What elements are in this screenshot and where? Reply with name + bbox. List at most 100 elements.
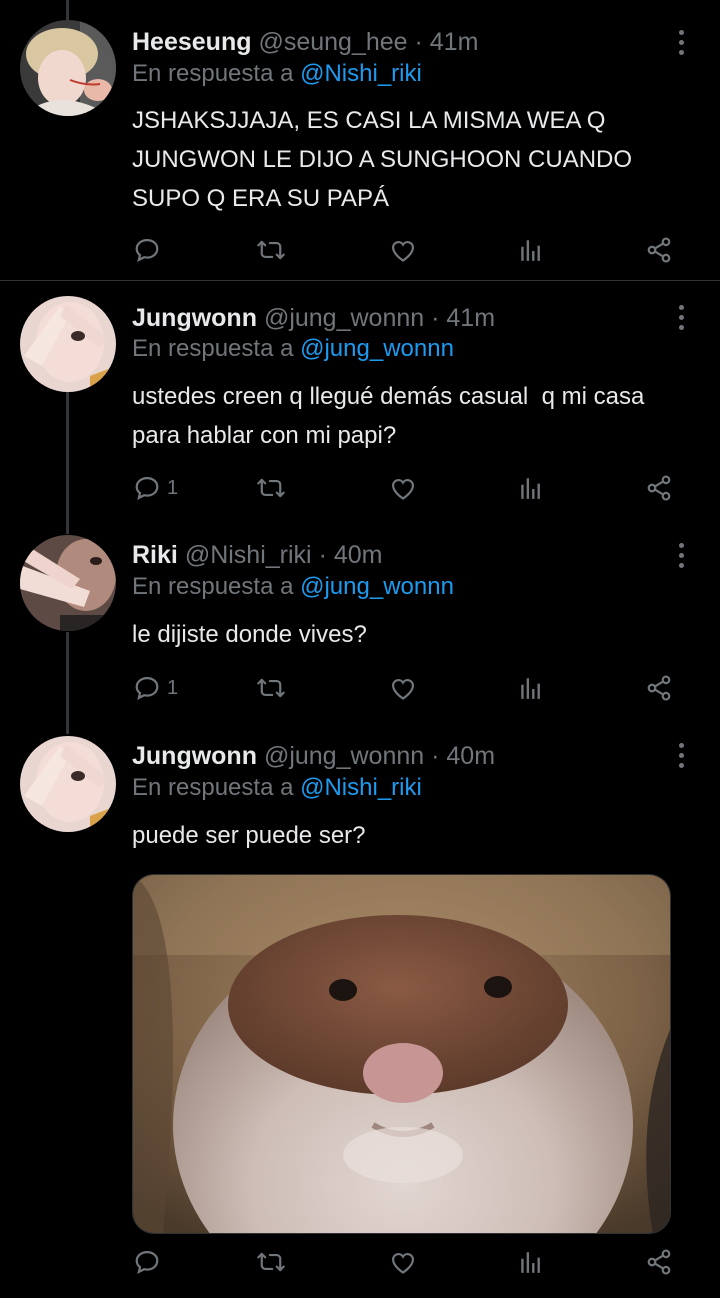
- views-button[interactable]: [518, 232, 544, 268]
- more-options-button[interactable]: [676, 30, 686, 58]
- views-icon: [518, 675, 544, 701]
- reply-icon: [133, 474, 161, 502]
- tweet-riki[interactable]: Riki @Nishi_riki · 40m En respuesta a @j…: [0, 521, 720, 734]
- replying-to: En respuesta a @Nishi_riki: [132, 773, 422, 803]
- retweet-button[interactable]: [256, 670, 286, 706]
- tweet-text: ustedes creen q llegué demás casual q mi…: [132, 377, 692, 455]
- display-name[interactable]: Jungwonn: [132, 304, 257, 332]
- reply-button[interactable]: 1: [133, 670, 178, 706]
- share-button[interactable]: [645, 232, 673, 268]
- more-icon: [678, 543, 684, 548]
- more-icon: [678, 743, 684, 748]
- more-options-button[interactable]: [676, 543, 686, 571]
- timestamp[interactable]: 41m: [446, 304, 495, 332]
- mention-link[interactable]: @jung_wonnn: [300, 573, 454, 600]
- heart-icon: [389, 475, 417, 501]
- tweet-text-line: SUPO Q ERA SU PAPÁ: [132, 185, 389, 212]
- hamster-photo: [133, 875, 670, 1233]
- tweet-text: puede ser puede ser?: [132, 816, 692, 855]
- reply-icon: [133, 674, 161, 702]
- user-handle[interactable]: @jung_wonnn: [264, 742, 424, 770]
- views-button[interactable]: [518, 670, 544, 706]
- tweet-header: Jungwonn @jung_wonnn · 40m: [132, 741, 495, 771]
- display-name[interactable]: Jungwonn: [132, 742, 257, 770]
- retweet-button[interactable]: [256, 232, 286, 268]
- timestamp[interactable]: 41m: [430, 28, 479, 56]
- reply-count: 1: [167, 676, 179, 699]
- retweet-icon: [256, 1248, 286, 1276]
- retweet-icon: [256, 474, 286, 502]
- like-button[interactable]: [389, 670, 417, 706]
- separator-dot: ·: [431, 742, 440, 770]
- more-options-button[interactable]: [676, 305, 686, 333]
- replying-to-label: En respuesta a: [132, 774, 294, 801]
- like-button[interactable]: [389, 232, 417, 268]
- like-button[interactable]: [389, 1244, 417, 1280]
- tweet-text-line: JSHAKSJJAJA, ES CASI LA MISMA WEA Q: [132, 107, 606, 134]
- more-options-button[interactable]: [676, 743, 686, 771]
- tweet-media-image[interactable]: [132, 874, 671, 1234]
- user-handle[interactable]: @Nishi_riki: [185, 541, 312, 569]
- display-name[interactable]: Heeseung: [132, 28, 251, 56]
- tweet-actions: [0, 232, 720, 268]
- avatar-heeseung[interactable]: [20, 20, 116, 116]
- mention-link[interactable]: @jung_wonnn: [300, 335, 454, 362]
- share-icon: [645, 1248, 673, 1276]
- views-icon: [518, 237, 544, 263]
- mention-link[interactable]: @Nishi_riki: [300, 60, 422, 87]
- user-handle[interactable]: @seung_hee: [258, 28, 407, 56]
- mention-link[interactable]: @Nishi_riki: [300, 774, 422, 801]
- replying-to-label: En respuesta a: [132, 335, 294, 362]
- tweet-text-line: para hablar con mi papi?: [132, 422, 397, 449]
- separator-dot: ·: [318, 541, 327, 569]
- tweet-actions: 1: [0, 470, 720, 506]
- share-button[interactable]: [645, 670, 673, 706]
- reply-button[interactable]: [133, 232, 167, 268]
- timestamp[interactable]: 40m: [334, 541, 383, 569]
- timestamp[interactable]: 40m: [446, 742, 495, 770]
- retweet-button[interactable]: [256, 1244, 286, 1280]
- tweet-text-line: puede ser puede ser?: [132, 822, 366, 849]
- replying-to: En respuesta a @jung_wonnn: [132, 572, 454, 602]
- tweet-jungwonn-1[interactable]: Jungwonn @jung_wonnn · 41m En respuesta …: [0, 281, 720, 521]
- tweet-text-line: JUNGWON LE DIJO A SUNGHOON CUANDO: [132, 146, 633, 173]
- share-button[interactable]: [645, 470, 673, 506]
- more-icon: [678, 30, 684, 35]
- tweet-header: Heeseung @seung_hee · 41m: [132, 27, 478, 57]
- retweet-icon: [256, 674, 286, 702]
- share-button[interactable]: [645, 1244, 673, 1280]
- views-icon: [518, 475, 544, 501]
- views-button[interactable]: [518, 1244, 544, 1280]
- reply-button[interactable]: 1: [133, 470, 178, 506]
- reply-button[interactable]: [133, 1244, 167, 1280]
- avatar-riki[interactable]: [20, 535, 116, 631]
- tweet-text-line: ustedes creen q llegué demás casual q mi…: [132, 383, 645, 410]
- display-name[interactable]: Riki: [132, 541, 178, 569]
- tweet-text-line: le dijiste donde vives?: [132, 621, 367, 648]
- more-icon: [678, 305, 684, 310]
- views-icon: [518, 1249, 544, 1275]
- replying-to-label: En respuesta a: [132, 573, 294, 600]
- tweet-heeseung[interactable]: Heeseung @seung_hee · 41m En respuesta a…: [0, 0, 720, 280]
- views-button[interactable]: [518, 470, 544, 506]
- separator-dot: ·: [414, 28, 423, 56]
- heart-icon: [389, 675, 417, 701]
- retweet-button[interactable]: [256, 470, 286, 506]
- user-handle[interactable]: @jung_wonnn: [264, 304, 424, 332]
- avatar-jungwonn[interactable]: [20, 296, 116, 392]
- like-button[interactable]: [389, 470, 417, 506]
- avatar-jungwonn[interactable]: [20, 736, 116, 832]
- reply-icon: [133, 236, 161, 264]
- reply-icon: [133, 1248, 161, 1276]
- tweet-actions: 1: [0, 670, 720, 706]
- heart-icon: [389, 1249, 417, 1275]
- tweet-text: le dijiste donde vives?: [132, 615, 692, 654]
- tweet-header: Riki @Nishi_riki · 40m: [132, 540, 382, 570]
- tweet-actions: [0, 1244, 720, 1280]
- tweet-text: JSHAKSJJAJA, ES CASI LA MISMA WEA Q JUNG…: [132, 101, 692, 218]
- share-icon: [645, 474, 673, 502]
- separator-dot: ·: [431, 304, 440, 332]
- reply-count: 1: [167, 476, 179, 499]
- tweet-header: Jungwonn @jung_wonnn · 41m: [132, 303, 495, 333]
- share-icon: [645, 236, 673, 264]
